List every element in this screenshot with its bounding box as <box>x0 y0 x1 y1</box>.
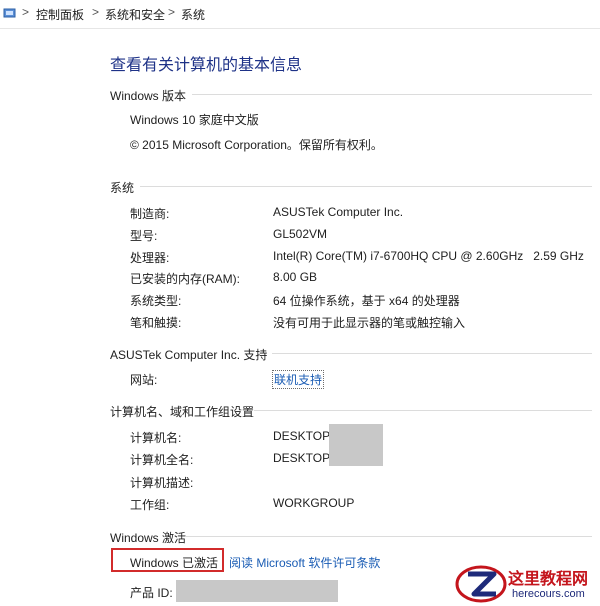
section-divider <box>186 536 592 537</box>
redacted-product-id <box>176 580 338 602</box>
computer-name-label: 计算机名: <box>130 431 182 445</box>
product-id-label: 产品 ID: <box>130 586 173 600</box>
section-divider <box>140 186 592 187</box>
online-support-link[interactable]: 联机支持 <box>271 370 325 389</box>
full-computer-name-value: DESKTOP- <box>273 451 335 465</box>
watermark-url: herecours.com <box>512 588 585 600</box>
section-heading-activation: Windows 激活 <box>110 531 187 545</box>
manufacturer-value: ASUSTek Computer Inc. <box>273 205 404 219</box>
section-divider <box>254 410 592 411</box>
section-divider <box>192 94 592 95</box>
workgroup-value: WORKGROUP <box>273 496 355 510</box>
section-heading-windows-edition: Windows 版本 <box>110 89 187 103</box>
model-value: GL502VM <box>273 227 328 241</box>
breadcrumb-control-panel[interactable]: 控制面板 <box>36 6 84 23</box>
pen-touch-label: 笔和触摸: <box>130 316 182 330</box>
section-heading-support: ASUSTek Computer Inc. 支持 <box>110 348 268 362</box>
computer-description-label: 计算机描述: <box>130 476 194 490</box>
section-divider <box>272 353 592 354</box>
model-label: 型号: <box>130 229 158 243</box>
full-computer-name-label: 计算机全名: <box>130 453 194 467</box>
ram-label: 已安装的内存(RAM): <box>130 272 240 286</box>
breadcrumb-separator: > <box>22 5 30 19</box>
redacted-computer-name <box>329 424 383 466</box>
manufacturer-label: 制造商: <box>130 207 170 221</box>
section-heading-computer-name: 计算机名、域和工作组设置 <box>110 405 255 419</box>
copyright-text: © 2015 Microsoft Corporation。保留所有权利。 <box>130 138 383 152</box>
section-heading-system: 系统 <box>110 181 135 195</box>
computer-name-value: DESKTOP- <box>273 429 335 443</box>
pen-touch-value: 没有可用于此显示器的笔或触控输入 <box>273 316 466 330</box>
processor-label: 处理器: <box>130 251 170 265</box>
system-type-label: 系统类型: <box>130 294 182 308</box>
breadcrumb-separator: > <box>168 5 176 19</box>
breadcrumb-separator: > <box>92 5 100 19</box>
page-title: 查看有关计算机的基本信息 <box>110 57 303 74</box>
watermark-name: 这里教程网 <box>508 571 589 588</box>
ram-value: 8.00 GB <box>273 270 318 284</box>
website-label: 网站: <box>130 373 158 387</box>
breadcrumb-system-security[interactable]: 系统和安全 <box>105 6 165 23</box>
activation-status: Windows 已激活 <box>130 556 219 570</box>
breadcrumb: > 控制面板 > 系统和安全 > 系统 <box>0 0 600 29</box>
system-type-value: 64 位操作系统，基于 x64 的处理器 <box>273 294 460 308</box>
control-panel-icon <box>3 8 16 18</box>
windows-edition-name: Windows 10 家庭中文版 <box>130 113 259 127</box>
breadcrumb-system[interactable]: 系统 <box>181 6 205 23</box>
workgroup-label: 工作组: <box>130 498 170 512</box>
license-terms-link[interactable]: 阅读 Microsoft 软件许可条款 <box>229 554 380 571</box>
processor-value: Intel(R) Core(TM) i7-6700HQ CPU @ 2.60GH… <box>273 249 584 263</box>
